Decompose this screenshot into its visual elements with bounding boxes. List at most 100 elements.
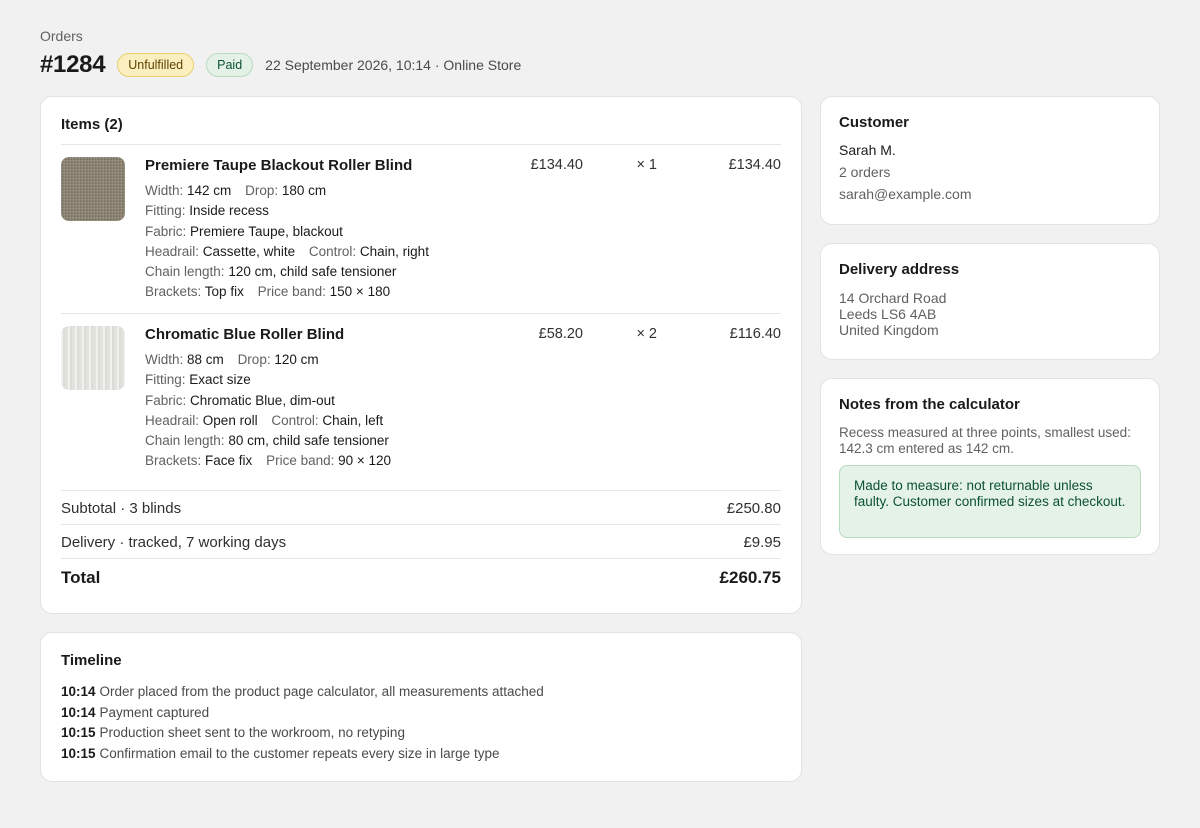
spec-brackets: Brackets: Top fix Price band: 150 × 180 <box>145 282 429 302</box>
subtotal-row: Subtotal · 3 blinds £250.80 <box>61 500 781 517</box>
payment-status-badge: Paid <box>206 53 254 77</box>
address-line: Leeds LS6 4AB <box>839 306 937 322</box>
breadcrumb[interactable]: Orders <box>40 28 83 44</box>
order-number: #1284 <box>40 51 106 78</box>
spec-fitting: Fitting: Exact size <box>145 370 391 390</box>
spec-label: Fabric: <box>145 392 187 408</box>
customer-title: Customer <box>839 114 910 131</box>
customer-name[interactable]: Sarah M. <box>839 142 1141 158</box>
spec-value-control: Chain, left <box>322 412 384 428</box>
spec-label: Headrail: <box>145 243 200 259</box>
spec-label: Brackets: <box>145 284 202 300</box>
spec-value-width: 88 cm <box>187 352 224 367</box>
delivery-label: Delivery · tracked, 7 working days <box>61 534 287 551</box>
line-item: Chromatic Blue Roller Blind £58.20 × 2 £… <box>61 326 781 476</box>
spec-value-brackets: Top fix <box>204 284 244 300</box>
customer-order-count[interactable]: 2 orders <box>839 164 1141 180</box>
divider <box>61 313 781 314</box>
divider <box>61 490 781 491</box>
items-card: Items (2) Premiere Taupe Blackout Roller… <box>40 96 802 614</box>
unit-price: £134.40 <box>530 157 583 173</box>
notes-title: Notes from the calculator <box>839 396 1020 413</box>
unit-price: £58.20 <box>538 326 583 342</box>
event-text: Production sheet sent to the workroom, n… <box>99 725 405 740</box>
spec-label: Price band: <box>257 284 326 300</box>
timeline-list: 10:14 Order placed from the product page … <box>61 682 544 764</box>
spec-value-price-band: 150 × 180 <box>329 284 391 300</box>
spec-label: Width: <box>145 183 184 198</box>
spec-brackets: Brackets: Face fix Price band: 90 × 120 <box>145 451 391 471</box>
product-thumbnail[interactable] <box>61 326 125 390</box>
notes-text: Recess measured at three points, smalles… <box>839 425 1131 456</box>
spec-label: Fabric: <box>145 223 187 239</box>
address-lines: 14 Orchard Road Leeds LS6 4AB United Kin… <box>839 290 1141 338</box>
spec-label: Chain length: <box>145 433 225 449</box>
product-name[interactable]: Premiere Taupe Blackout Roller Blind <box>145 157 412 174</box>
line-total: £134.40 <box>728 157 781 173</box>
spec-label: Control: <box>271 412 319 428</box>
spec-chain: Chain length: 80 cm, child safe tensione… <box>145 431 391 451</box>
spec-list: Width: 88 cm Drop: 120 cm Fitting: Exact… <box>145 350 391 472</box>
spec-label: Fitting: <box>145 203 186 219</box>
spec-value-price-band: 90 × 120 <box>338 453 392 469</box>
spec-label: Width: <box>145 352 184 367</box>
spec-label: Price band: <box>266 453 335 469</box>
total-row: Total £260.75 <box>61 568 781 588</box>
address-line: 14 Orchard Road <box>839 290 947 306</box>
spec-size: Width: 88 cm Drop: 120 cm <box>145 350 391 370</box>
product-thumbnail[interactable] <box>61 157 125 221</box>
event-text: Order placed from the product page calcu… <box>99 684 544 699</box>
event-time: 10:15 <box>61 745 96 761</box>
spec-value-fitting: Exact size <box>189 372 251 388</box>
order-meta: 22 September 2026, 10:14 · Online Store <box>265 57 522 73</box>
timeline-event: 10:14 Order placed from the product page … <box>61 682 544 703</box>
spec-value-control: Chain, right <box>359 243 429 259</box>
spec-headrail: Headrail: Open roll Control: Chain, left <box>145 411 391 431</box>
timeline-card: Timeline 10:14 Order placed from the prod… <box>40 632 802 782</box>
spec-value-chain: 120 cm, child safe tensioner <box>228 264 397 280</box>
spec-label: Brackets: <box>145 453 202 469</box>
fulfillment-status-badge: Unfulfilled <box>117 53 195 77</box>
total-label: Total <box>61 568 101 587</box>
spec-value-chain: 80 cm, child safe tensioner <box>228 433 389 449</box>
divider <box>61 524 781 525</box>
line-item: Premiere Taupe Blackout Roller Blind £13… <box>61 157 781 307</box>
spec-fabric: Fabric: Chromatic Blue, dim-out <box>145 391 391 411</box>
total-amount: £260.75 <box>719 568 781 587</box>
quantity: × 2 <box>636 326 657 342</box>
spec-value-fabric: Premiere Taupe, blackout <box>190 223 343 239</box>
delivery-address-title: Delivery address <box>839 261 960 278</box>
spec-value-headrail: Open roll <box>202 412 258 428</box>
product-name[interactable]: Chromatic Blue Roller Blind <box>145 326 344 343</box>
spec-value-fitting: Inside recess <box>189 203 269 219</box>
spec-value-drop: 120 cm <box>274 352 319 367</box>
spec-fitting: Fitting: Inside recess <box>145 201 429 221</box>
timeline-event: 10:15 Production sheet sent to the workro… <box>61 723 544 744</box>
timeline-event: 10:15 Confirmation email to the customer … <box>61 744 544 765</box>
spec-value-width: 142 cm <box>187 183 232 198</box>
subtotal-label: Subtotal · 3 blinds <box>61 500 182 517</box>
spec-list: Width: 142 cm Drop: 180 cm Fitting: Insi… <box>145 181 429 303</box>
spec-label: Drop: <box>245 183 279 198</box>
divider <box>61 144 781 145</box>
quantity: × 1 <box>636 157 657 173</box>
notes-card: Notes from the calculator Recess measure… <box>820 378 1160 555</box>
address-line: United Kingdom <box>839 322 939 338</box>
event-time: 10:15 <box>61 725 96 740</box>
timeline-event: 10:14 Payment captured <box>61 703 544 724</box>
timeline-title: Timeline <box>61 652 122 669</box>
spec-label: Fitting: <box>145 372 186 388</box>
customer-card: Customer Sarah M. 2 orders sarah@example… <box>820 96 1160 225</box>
event-text: Payment captured <box>99 704 210 720</box>
spec-value-drop: 180 cm <box>281 183 327 198</box>
event-text: Confirmation email to the customer repea… <box>99 745 500 761</box>
items-title: Items (2) <box>61 116 123 133</box>
delivery-amount: £9.95 <box>743 534 781 551</box>
customer-email[interactable]: sarah@example.com <box>839 186 1141 202</box>
spec-headrail: Headrail: Cassette, white Control: Chain… <box>145 242 429 262</box>
spec-label: Control: <box>308 243 357 259</box>
line-total: £116.40 <box>729 326 781 342</box>
order-header: #1284 Unfulfilled Paid 22 September 2026… <box>40 51 522 78</box>
spec-chain: Chain length: 120 cm, child safe tension… <box>145 262 429 282</box>
event-time: 10:14 <box>61 684 96 699</box>
